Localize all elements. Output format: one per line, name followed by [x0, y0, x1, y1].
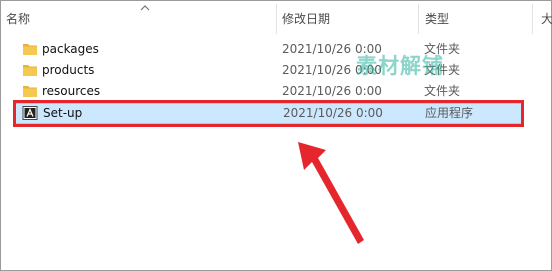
adobe-setup-icon: [22, 106, 38, 120]
file-name: packages: [42, 42, 99, 56]
file-date: 2021/10/26 0:00: [282, 84, 382, 98]
column-header-name[interactable]: 名称: [6, 11, 30, 27]
folder-icon: [23, 65, 37, 76]
folder-icon: [23, 44, 37, 55]
column-header-bar: 名称 修改日期 类型 大: [0, 0, 552, 34]
file-row[interactable]: packages 2021/10/26 0:00 文件夹: [14, 39, 524, 60]
column-divider[interactable]: [532, 4, 533, 34]
file-row[interactable]: products 2021/10/26 0:00 文件夹: [14, 60, 524, 81]
file-name: products: [42, 63, 95, 77]
column-header-modified[interactable]: 修改日期: [282, 11, 330, 27]
column-header-type[interactable]: 类型: [425, 11, 449, 27]
file-row-selected[interactable]: Set-up 2021/10/26 0:00 应用程序: [14, 103, 524, 124]
file-row[interactable]: resources 2021/10/26 0:00 文件夹: [14, 81, 524, 102]
annotation-arrow-icon: [298, 142, 364, 244]
file-name: Set-up: [43, 106, 83, 120]
folder-icon: [23, 86, 37, 97]
file-type: 应用程序: [425, 106, 474, 120]
file-date: 2021/10/26 0:00: [283, 106, 383, 120]
column-divider[interactable]: [418, 4, 419, 34]
file-type: 文件夹: [424, 84, 461, 98]
column-divider[interactable]: [276, 4, 277, 34]
sort-ascending-icon[interactable]: [140, 4, 150, 12]
column-header-size[interactable]: 大: [541, 11, 552, 27]
watermark-text: 素材解铺: [356, 54, 444, 78]
file-name: resources: [42, 84, 101, 98]
